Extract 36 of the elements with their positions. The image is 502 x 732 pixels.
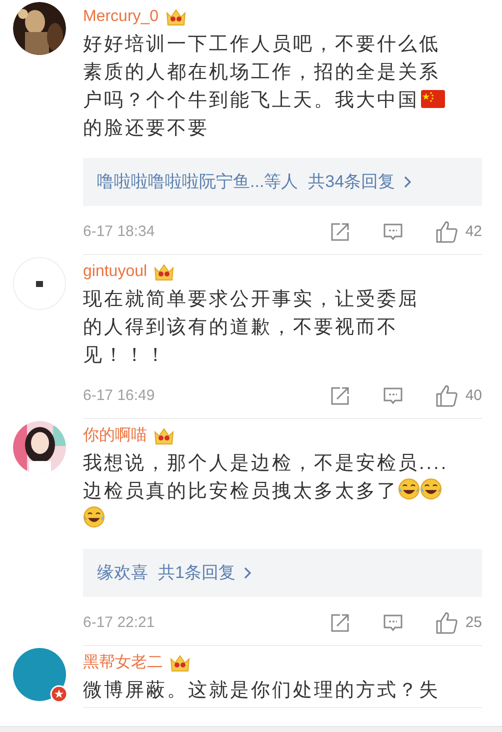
comment-icon[interactable] [383, 222, 404, 242]
laughing-crying-emoji-icon [398, 478, 420, 500]
laughing-crying-emoji-icon [420, 478, 442, 500]
username[interactable]: 黑帮女老二 [83, 651, 163, 675]
username[interactable]: gintuyoul [83, 260, 148, 284]
reply-users[interactable]: 噜啦啦噜啦啦阮宁鱼...等人 [97, 169, 298, 195]
thumbs-up-icon[interactable] [435, 384, 460, 408]
comment-icon[interactable] [383, 613, 404, 633]
comment-text: 我想说，那个人是边检，不是安检员.... 边检员真的比安检员拽太多太多了 [83, 450, 482, 534]
comment-text: 微博屏蔽。这就是你们处理的方式？失 [83, 679, 441, 703]
like-count: 42 [465, 222, 482, 242]
replies-panel[interactable]: 噜啦啦噜啦啦阮宁鱼...等人 共34条回复 [83, 158, 482, 206]
comment-time: 6-17 22:21 [83, 612, 155, 633]
comment-text: 好好培训一下工作人员吧，不要什么低 素质的人都在机场工作，招的全是关系 户吗？个个牛到能飞上天。我大中国 的脸还要不要 [83, 31, 482, 143]
chevron-right-icon [243, 566, 254, 580]
reply-count[interactable]: 共34条回复 [308, 169, 396, 195]
thumbs-up-icon[interactable] [435, 611, 460, 635]
share-icon[interactable] [330, 386, 350, 406]
share-icon[interactable] [330, 613, 350, 633]
replies-panel[interactable]: 缘欢喜 共1条回复 [83, 549, 482, 597]
comment-text: 现在就简单要求公开事实，让受委屈 的人得到该有的道歉，不要视而不 见！！！ [83, 288, 420, 368]
reply-count[interactable]: 共1条回复 [158, 560, 236, 586]
like-count: 40 [465, 386, 482, 406]
like-count: 25 [465, 612, 482, 633]
chevron-right-icon [403, 175, 414, 189]
comment-time: 6-17 18:34 [83, 222, 155, 242]
laughing-crying-emoji-icon [83, 506, 105, 528]
thumbs-up-icon[interactable] [435, 220, 460, 244]
reply-users[interactable]: 缘欢喜 [97, 560, 148, 586]
comment-icon[interactable] [383, 386, 404, 406]
username[interactable]: 你的啊喵 [83, 424, 147, 448]
username[interactable]: Mercury_0 [83, 5, 159, 29]
china-flag-icon [421, 90, 445, 108]
comment-time: 6-17 16:49 [83, 386, 155, 406]
avatar[interactable] [13, 648, 66, 701]
share-icon[interactable] [330, 222, 350, 242]
